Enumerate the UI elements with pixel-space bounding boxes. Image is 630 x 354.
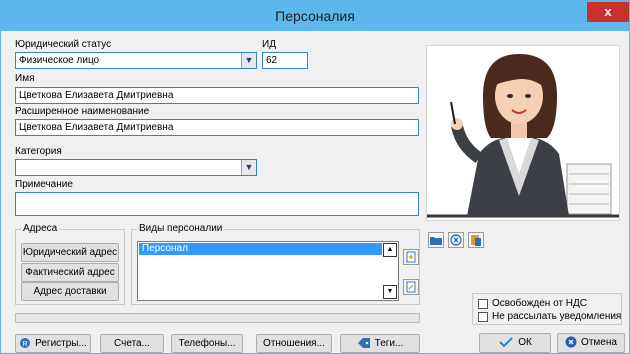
personalia-types-list[interactable]: Персонал ▲ ▼ <box>137 241 399 301</box>
legal-status-dropdown-icon[interactable]: ▼ <box>241 53 256 68</box>
legal-status-label: Юридический статус <box>15 39 112 50</box>
paste-icon <box>471 235 481 246</box>
folder-icon <box>430 237 442 245</box>
scroll-down-icon[interactable]: ▼ <box>383 285 397 299</box>
tags-label: Теги... <box>374 338 404 349</box>
cancel-label: Отмена <box>581 337 617 348</box>
delivery-address-button[interactable]: Адрес доставки <box>21 282 119 301</box>
id-label: ИД <box>262 39 276 50</box>
legal-status-select[interactable]: Физическое лицо <box>15 52 257 69</box>
businesswoman-illustration-icon <box>427 54 619 218</box>
photo-paste-button[interactable] <box>468 232 484 248</box>
ok-button[interactable]: ОК <box>479 333 551 353</box>
person-photo <box>426 45 620 221</box>
full-name-label: Расширенное наименование <box>15 106 150 117</box>
relations-button[interactable]: Отношения... <box>256 334 332 353</box>
addresses-title: Адреса <box>21 223 60 234</box>
personalia-dialog: Персоналия x Юридический статус Физическ… <box>0 0 630 354</box>
cancel-icon <box>565 336 577 348</box>
vat-exempt-checkbox[interactable] <box>478 299 488 309</box>
category-label: Категория <box>15 146 62 157</box>
no-notifications-checkbox[interactable] <box>478 312 488 322</box>
scroll-up-icon[interactable]: ▲ <box>383 243 397 257</box>
window-title: Персоналия <box>275 8 355 24</box>
legal-status-value: Физическое лицо <box>19 55 100 66</box>
registers-button[interactable]: R Регистры... <box>15 334 91 353</box>
registers-icon: R <box>20 338 31 349</box>
phones-button[interactable]: Телефоны... <box>171 334 243 353</box>
no-notifications-label: Не рассылать уведомления <box>492 311 622 322</box>
category-select[interactable] <box>15 159 257 176</box>
close-button[interactable]: x <box>587 2 629 22</box>
tags-button[interactable]: Теги... <box>340 334 420 353</box>
ok-label: ОК <box>518 337 532 348</box>
list-item[interactable]: Персонал <box>139 243 382 255</box>
checkmark-icon <box>499 337 513 348</box>
category-dropdown-icon[interactable]: ▼ <box>241 160 256 175</box>
photo-clear-button[interactable] <box>448 232 464 248</box>
cancel-button[interactable]: Отмена <box>557 333 625 353</box>
tag-icon <box>357 338 370 349</box>
edit-item-icon <box>406 281 416 293</box>
note-field[interactable] <box>15 192 419 216</box>
actual-address-button[interactable]: Фактический адрес <box>21 263 119 282</box>
svg-text:R: R <box>23 341 28 348</box>
legal-address-button[interactable]: Юридический адрес <box>21 243 119 262</box>
progress-bar <box>15 313 420 323</box>
note-label: Примечание <box>15 179 73 190</box>
vat-exempt-label: Освобожден от НДС <box>492 298 588 309</box>
edit-item-button[interactable] <box>403 279 419 295</box>
full-name-field[interactable]: Цветкова Елизавета Дмитриевна <box>15 119 419 136</box>
clear-icon <box>450 234 462 246</box>
registers-label: Регистры... <box>35 338 87 349</box>
photo-open-button[interactable] <box>428 232 444 248</box>
id-field[interactable]: 62 <box>262 52 308 69</box>
add-item-button[interactable] <box>403 249 419 265</box>
name-field[interactable]: Цветкова Елизавета Дмитриевна <box>15 87 419 104</box>
name-label: Имя <box>15 73 35 84</box>
accounts-button[interactable]: Счета... <box>100 334 164 353</box>
personalia-types-title: Виды персоналии <box>137 223 225 234</box>
add-item-icon <box>406 251 416 263</box>
